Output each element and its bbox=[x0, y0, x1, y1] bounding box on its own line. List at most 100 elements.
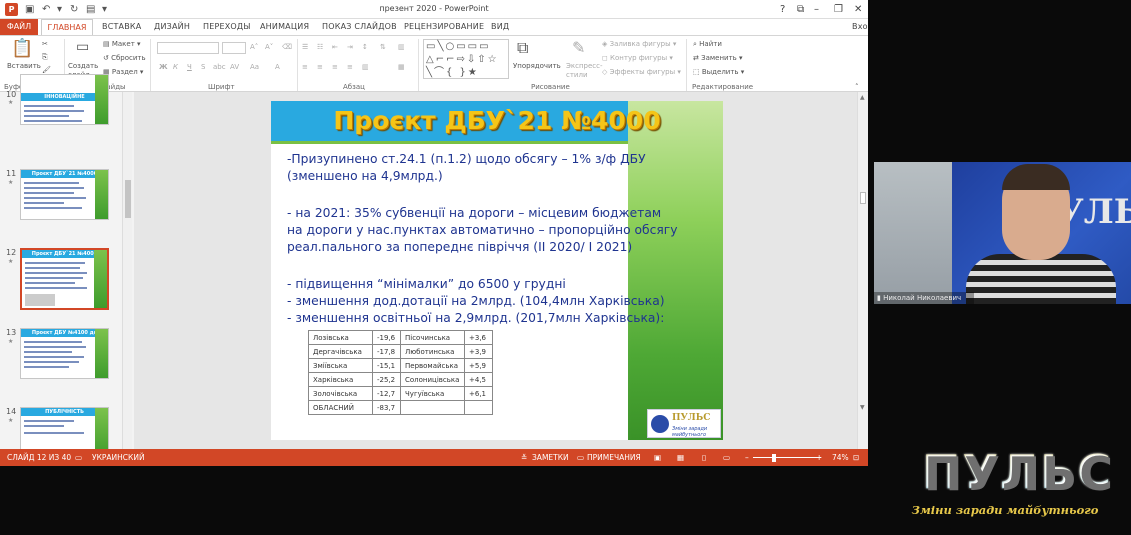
zoom-level[interactable]: 74% bbox=[832, 453, 849, 462]
slideshow-view-icon[interactable]: ▭ bbox=[723, 453, 730, 462]
slide-thumbnail-10[interactable]: ІННОВАЦІЙНЕ ФІНАНСУВАННЯ bbox=[20, 74, 109, 125]
italic-icon[interactable]: К bbox=[173, 63, 178, 72]
align-text-icon[interactable]: ▥ bbox=[398, 43, 405, 52]
font-name-input[interactable] bbox=[157, 42, 219, 54]
zoom-slider-track[interactable] bbox=[753, 457, 821, 458]
tab-slideshow[interactable]: ПОКАЗ СЛАЙДОВ bbox=[322, 22, 397, 31]
zoom-out-icon[interactable]: – bbox=[745, 453, 749, 462]
grow-font-icon[interactable]: A˄ bbox=[250, 43, 258, 52]
slide-table[interactable]: Лозівська -19,6 Пісочинська +3,6 Дергачівськ… bbox=[308, 330, 493, 415]
slide-editor-canvas[interactable]: Проєкт ДБУ`21 №4000 -Призупинено ст.24.1… bbox=[134, 92, 857, 449]
collapse-ribbon-icon[interactable]: ˄ bbox=[855, 83, 859, 92]
canvas-scrollbar[interactable]: ▲ ▼ bbox=[857, 92, 868, 449]
tab-animation[interactable]: АНИМАЦИЯ bbox=[260, 22, 309, 31]
smartart-icon[interactable]: ▦ bbox=[398, 63, 405, 72]
slide-thumbnail-11[interactable]: Проєкт ДБУ`21 №4000 bbox=[20, 169, 109, 220]
clear-format-icon[interactable]: ⌫ bbox=[282, 43, 292, 52]
section-button[interactable]: ▦ Раздел ▾ bbox=[103, 68, 143, 77]
tab-view[interactable]: ВИД bbox=[491, 22, 509, 31]
minimize-icon[interactable]: – bbox=[814, 3, 819, 16]
notes-button[interactable]: ЗАМЕТКИ bbox=[532, 453, 569, 462]
tab-insert[interactable]: ВСТАВКА bbox=[102, 22, 141, 31]
thumbnails-scroll-thumb[interactable] bbox=[125, 180, 131, 218]
numbering-icon[interactable]: ☷ bbox=[317, 43, 323, 52]
slide-text-line[interactable]: реал.пального за попереднє півріччя (II … bbox=[287, 239, 632, 255]
quick-styles-icon[interactable]: ✎ bbox=[572, 40, 585, 56]
tab-home[interactable]: ГЛАВНАЯ bbox=[41, 19, 93, 35]
shape-outline-button[interactable]: ◻ Контур фигуры ▾ bbox=[602, 54, 673, 63]
spacing-icon[interactable]: AV bbox=[230, 63, 239, 72]
scroll-up-icon[interactable]: ▲ bbox=[860, 94, 865, 101]
zoom-slider-thumb[interactable] bbox=[772, 454, 776, 462]
slide-text-line[interactable]: (зменшено на 4,9млрд.) bbox=[287, 168, 443, 184]
justify-icon[interactable]: ≡ bbox=[347, 63, 353, 72]
layout-button[interactable]: ▤ Макет ▾ bbox=[103, 40, 141, 49]
ribbon-display-icon[interactable]: ⧉ bbox=[797, 3, 804, 16]
slide-text-line[interactable]: - підвищення “мінімалки” до 6500 у грудн… bbox=[287, 276, 566, 292]
tab-design[interactable]: ДИЗАЙН bbox=[154, 22, 190, 31]
language-indicator[interactable]: УКРАИНСКИЙ bbox=[92, 453, 145, 462]
fit-slide-icon[interactable]: ⊡ bbox=[853, 453, 859, 462]
tab-file[interactable]: ФАЙЛ bbox=[0, 19, 38, 35]
shape-fill-button[interactable]: ◈ Заливка фигуры ▾ bbox=[602, 40, 676, 49]
slide-text-line[interactable]: - на 2021: 35% субвенції на дороги – міс… bbox=[287, 205, 661, 221]
shrink-font-icon[interactable]: A˅ bbox=[265, 43, 273, 52]
zoom-in-icon[interactable]: + bbox=[816, 453, 822, 462]
arrange-button[interactable]: Упорядочить bbox=[513, 62, 561, 71]
find-button[interactable]: ⌕ Найти bbox=[693, 40, 722, 49]
text-direction-icon[interactable]: ⇅ bbox=[380, 43, 386, 52]
strikethrough-icon[interactable]: abc bbox=[213, 63, 226, 72]
thumbnails-scrollbar[interactable] bbox=[122, 92, 132, 449]
slide-thumbnail-12[interactable]: Проєкт ДБУ`21 №4000 bbox=[20, 248, 109, 310]
font-size-input[interactable] bbox=[222, 42, 246, 54]
slide-thumbnails-pane[interactable]: 10 ★ ІННОВАЦІЙНЕ ФІНАНСУВАННЯ 11 ★ Проєк… bbox=[0, 74, 134, 458]
increase-indent-icon[interactable]: ⇥ bbox=[347, 43, 353, 52]
slide-text-line[interactable]: -Призупинено ст.24.1 (п.1.2) щодо обсягу… bbox=[287, 151, 646, 167]
help-icon[interactable]: ? bbox=[780, 3, 785, 16]
bullets-icon[interactable]: ☰ bbox=[302, 43, 308, 52]
spellcheck-icon[interactable]: ▭ bbox=[75, 453, 82, 462]
restore-icon[interactable]: ❐ bbox=[834, 3, 843, 16]
underline-icon[interactable]: Ч bbox=[187, 63, 192, 72]
columns-icon[interactable]: ▥ bbox=[362, 63, 369, 72]
quick-styles-button[interactable]: Экспресс-стили bbox=[566, 62, 603, 80]
slide-thumbnail-13[interactable]: Проєкт ДБУ №4100 до bbox=[20, 328, 109, 379]
line-spacing-icon[interactable]: ↕ bbox=[362, 43, 368, 52]
tab-transitions[interactable]: ПЕРЕХОДЫ bbox=[203, 22, 251, 31]
tab-review[interactable]: РЕЦЕНЗИРОВАНИЕ bbox=[404, 22, 484, 31]
align-left-icon[interactable]: ≡ bbox=[302, 63, 308, 72]
shadow-icon[interactable]: S bbox=[201, 63, 205, 72]
shape-effects-button[interactable]: ◇ Эффекты фигуры ▾ bbox=[602, 68, 681, 77]
slide-text-line[interactable]: - зменшення освітньої на 2,9млрд. (201,7… bbox=[287, 310, 664, 326]
slide-text-line[interactable]: на дороги у нас.пунктах автоматично – пр… bbox=[287, 222, 678, 238]
slide-text-line[interactable]: - зменшення дод.дотації на 2млрд. (104,4… bbox=[287, 293, 665, 309]
close-icon[interactable]: ✕ bbox=[854, 3, 862, 16]
paste-icon[interactable]: 📋 bbox=[11, 40, 33, 58]
cut-icon[interactable]: ✂ bbox=[42, 40, 48, 49]
replace-button[interactable]: ⇄ Заменить ▾ bbox=[693, 54, 743, 63]
reset-button[interactable]: ↺ Сбросить bbox=[103, 54, 146, 63]
change-case-icon[interactable]: Aa bbox=[250, 63, 259, 72]
font-color-icon[interactable]: A bbox=[275, 63, 280, 72]
paste-button[interactable]: Вставить bbox=[7, 62, 41, 71]
slide-sorter-icon[interactable]: ▦ bbox=[677, 453, 684, 462]
comments-icon[interactable]: ▭ bbox=[577, 453, 584, 462]
signin-link[interactable]: Вход bbox=[852, 22, 868, 31]
canvas-scroll-thumb[interactable] bbox=[860, 192, 866, 204]
shapes-gallery[interactable]: ▭╲○▭▭▭ △⌐⌐⇨⇩⇧☆ ╲⌒{ }★ bbox=[423, 39, 509, 79]
new-slide-icon[interactable]: ▭ bbox=[76, 40, 89, 54]
align-center-icon[interactable]: ≡ bbox=[317, 63, 323, 72]
slide-heading[interactable]: Проєкт ДБУ`21 №4000 bbox=[271, 106, 723, 135]
comments-button[interactable]: ПРИМЕЧАНИЯ bbox=[587, 453, 641, 462]
copy-icon[interactable]: ⎘ bbox=[42, 53, 48, 62]
normal-view-icon[interactable]: ▣ bbox=[654, 453, 661, 462]
select-button[interactable]: ⬚ Выделить ▾ bbox=[693, 68, 744, 77]
decrease-indent-icon[interactable]: ⇤ bbox=[332, 43, 338, 52]
current-slide[interactable]: Проєкт ДБУ`21 №4000 -Призупинено ст.24.1… bbox=[271, 101, 723, 440]
scroll-down-icon[interactable]: ▼ bbox=[860, 404, 865, 411]
notes-icon[interactable]: ≚ bbox=[521, 453, 527, 462]
reading-view-icon[interactable]: ▯ bbox=[702, 453, 706, 462]
align-right-icon[interactable]: ≡ bbox=[332, 63, 338, 72]
arrange-icon[interactable]: ⧉ bbox=[517, 40, 528, 56]
bold-icon[interactable]: Ж bbox=[159, 63, 168, 72]
